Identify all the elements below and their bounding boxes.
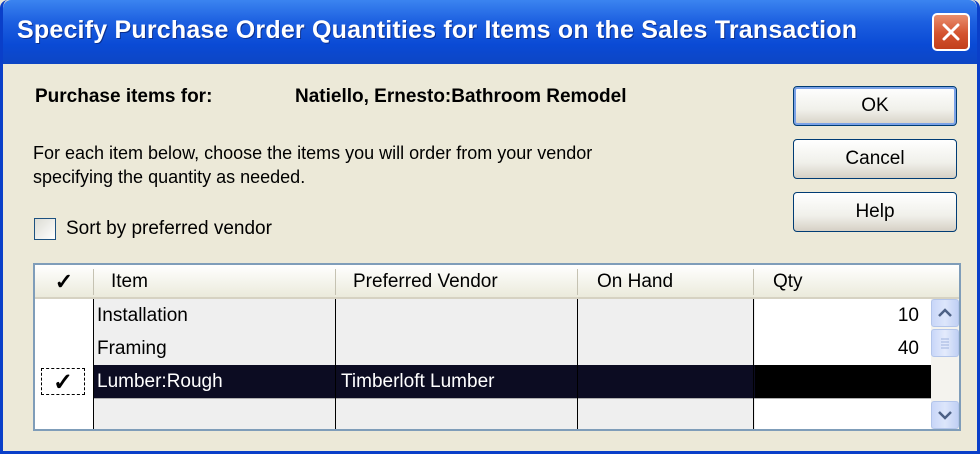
dialog-window: Specify Purchase Order Quantities for It… xyxy=(0,0,980,454)
close-button[interactable] xyxy=(932,13,970,51)
vertical-scrollbar[interactable] xyxy=(931,299,959,429)
row-3-checkmark[interactable]: ✓ xyxy=(41,368,85,395)
grip-lines-icon xyxy=(941,338,949,349)
row-3-vendor[interactable]: Timberloft Lumber xyxy=(341,365,577,398)
row-gridline xyxy=(93,398,931,399)
help-button[interactable]: Help xyxy=(793,192,957,232)
instructions-text: For each item below, choose the items yo… xyxy=(33,143,593,187)
chevron-up-icon xyxy=(938,308,952,317)
row-3-item[interactable]: Lumber:Rough xyxy=(97,365,333,398)
purchase-items-for-label: Purchase items for: xyxy=(35,86,213,107)
check-column-bg xyxy=(35,299,93,429)
header-preferred-vendor[interactable]: Preferred Vendor xyxy=(353,265,573,299)
header-on-hand[interactable]: On Hand xyxy=(597,265,757,299)
column-gridline xyxy=(335,299,336,429)
header-separator xyxy=(753,269,754,295)
customer-job-name: Natiello, Ernesto:Bathroom Remodel xyxy=(295,86,627,107)
cancel-button[interactable]: Cancel xyxy=(793,139,957,179)
header-separator xyxy=(93,269,94,295)
title-bar[interactable]: Specify Purchase Order Quantities for It… xyxy=(3,0,977,64)
row-1-qty[interactable]: 10 xyxy=(759,299,919,332)
row-2-item[interactable]: Framing xyxy=(97,332,333,365)
close-x-icon xyxy=(942,23,960,41)
header-item[interactable]: Item xyxy=(111,265,331,299)
scroll-up-button[interactable] xyxy=(931,299,959,327)
sort-by-vendor-checkbox[interactable] xyxy=(34,218,56,240)
header-separator xyxy=(335,269,336,295)
header-check-column[interactable]: ✓ xyxy=(35,265,93,299)
selected-qty-cell[interactable] xyxy=(755,365,931,398)
items-table: ✓ Item Preferred Vendor On Hand Qty Inst… xyxy=(33,263,961,431)
column-gridline xyxy=(577,299,578,429)
scroll-thumb[interactable] xyxy=(931,329,959,357)
dialog-body: Purchase items for: Natiello, Ernesto:Ba… xyxy=(3,64,977,451)
column-gridline xyxy=(93,299,94,429)
row-1-item[interactable]: Installation xyxy=(97,299,333,332)
sort-by-vendor-label[interactable]: Sort by preferred vendor xyxy=(66,218,272,240)
scroll-down-button[interactable] xyxy=(931,401,959,429)
row-2-qty[interactable]: 40 xyxy=(759,332,919,365)
header-qty[interactable]: Qty xyxy=(773,265,923,299)
header-separator xyxy=(577,269,578,295)
column-gridline xyxy=(753,299,754,429)
ok-button[interactable]: OK xyxy=(793,86,957,126)
chevron-down-icon xyxy=(938,411,952,420)
dialog-title: Specify Purchase Order Quantities for It… xyxy=(17,16,858,44)
